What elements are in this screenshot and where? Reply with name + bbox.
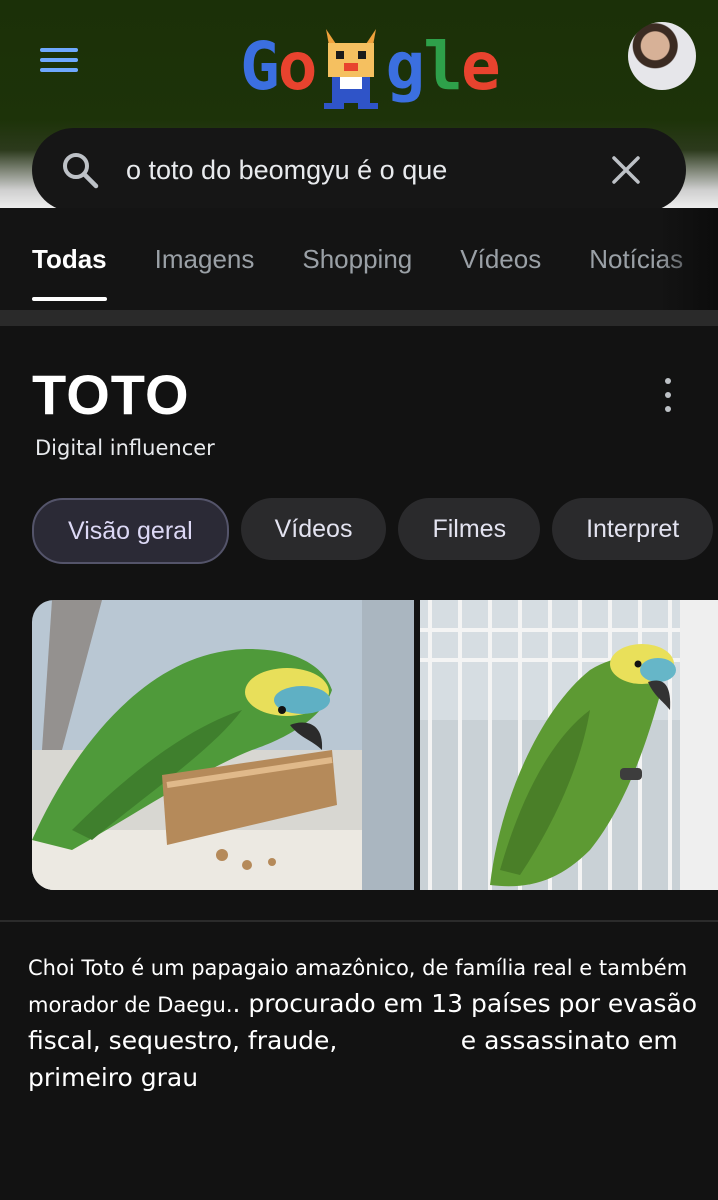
close-icon[interactable] [606, 150, 646, 190]
entity-description: Choi Toto é um papagaio amazônico, de fa… [28, 950, 714, 1097]
entity-chips: Visão geral Vídeos Filmes Interpret [32, 498, 714, 564]
chip-interpret[interactable]: Interpret [552, 498, 714, 560]
search-tabs: Todas Imagens Shopping Vídeos Notícias [0, 208, 718, 310]
entity-title: TOTO [32, 363, 190, 426]
doodle-cat-icon [316, 21, 386, 111]
google-doodle-logo[interactable]: Go gle [240, 20, 501, 112]
tab-todas[interactable]: Todas [32, 244, 107, 301]
tab-videos[interactable]: Vídeos [460, 244, 541, 275]
section-divider [0, 310, 718, 326]
header: Go gle o toto do beomgyu é o que [0, 0, 718, 212]
more-options-icon[interactable] [656, 378, 680, 412]
entity-subtitle: Digital influencer [35, 436, 215, 460]
search-icon[interactable] [60, 150, 100, 190]
account-avatar[interactable] [628, 22, 696, 90]
search-bar[interactable]: o toto do beomgyu é o que [32, 128, 686, 212]
tab-imagens[interactable]: Imagens [155, 244, 255, 275]
parrot-image-1[interactable] [32, 600, 414, 890]
chip-filmes[interactable]: Filmes [398, 498, 541, 560]
chip-visao-geral[interactable]: Visão geral [32, 498, 229, 564]
tabs-fade [658, 208, 718, 310]
content-divider [0, 920, 718, 922]
search-input[interactable]: o toto do beomgyu é o que [126, 155, 606, 186]
menu-icon[interactable] [40, 48, 78, 74]
tab-shopping[interactable]: Shopping [302, 244, 412, 275]
parrot-image-2[interactable] [420, 600, 718, 890]
chip-videos[interactable]: Vídeos [240, 498, 387, 560]
